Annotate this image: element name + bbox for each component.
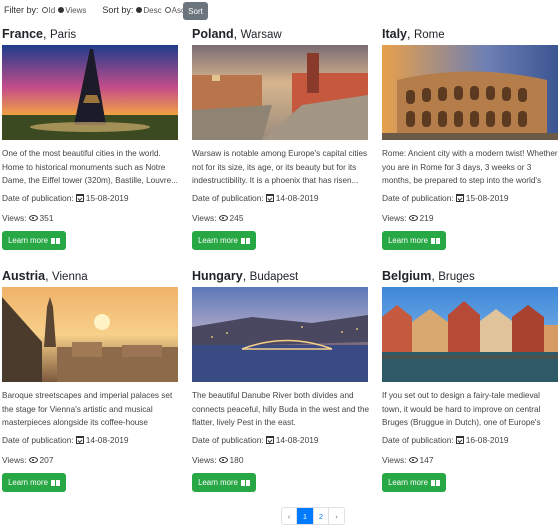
capital-name: Paris: [49, 29, 77, 41]
publication-date: Date of publication: 14-08-2019: [192, 435, 319, 445]
view-count: Views: 351: [2, 213, 54, 223]
card-description: Rome: Ancient city with a modern twist! …: [382, 149, 558, 185]
pagination-page-1[interactable]: 1: [297, 508, 314, 524]
eye-icon: [218, 457, 228, 463]
sort-option-desc[interactable]: Desc: [136, 6, 162, 15]
country-name: Poland: [192, 27, 234, 41]
capital-name: Budapest: [249, 271, 299, 283]
card-description: One of the most beautiful cities in the …: [2, 149, 178, 185]
toolbar: Filter by: Id Views Sort by: Desc Asc So…: [0, 0, 208, 20]
view-count: Views: 219: [382, 213, 434, 223]
view-count: Views: 180: [192, 455, 244, 465]
sort-option-asc[interactable]: Asc: [164, 6, 185, 15]
filter-label: Filter by:: [4, 5, 39, 15]
city-card: Hungary, Budapest The beautiful Danube R…: [192, 266, 370, 492]
book-icon: [430, 237, 440, 244]
eye-icon: [28, 457, 38, 463]
calendar-icon: [265, 436, 274, 444]
view-count: Views: 245: [192, 213, 244, 223]
view-count: Views: 147: [382, 455, 434, 465]
city-card: Italy, Rome Rome: Ancient city with a mo…: [382, 24, 560, 250]
publication-date: Date of publication: 15-08-2019: [382, 193, 509, 203]
city-card: France, Paris One of the most beautiful …: [2, 24, 180, 250]
filter-option-id[interactable]: Id: [41, 6, 55, 15]
pagination: ‹ 1 2 ›: [281, 507, 345, 525]
learn-more-button[interactable]: Learn more: [192, 473, 256, 492]
learn-more-button[interactable]: Learn more: [192, 231, 256, 250]
radio-checked-icon: [136, 7, 143, 13]
card-description: Warsaw is notable among Europe's capital…: [192, 149, 368, 185]
eye-icon: [218, 215, 228, 221]
capital-name: Bruges: [438, 271, 475, 283]
card-title: Austria, Vienna: [2, 269, 88, 283]
pagination-prev[interactable]: ‹: [282, 508, 297, 524]
radio-icon: [41, 7, 48, 13]
learn-more-button[interactable]: Learn more: [2, 473, 66, 492]
country-name: Hungary: [192, 269, 243, 283]
calendar-icon: [455, 436, 464, 444]
card-description: If you set out to design a fairy-tale me…: [382, 391, 541, 427]
learn-more-button[interactable]: Learn more: [382, 473, 446, 492]
country-name: Italy: [382, 27, 408, 41]
city-photo: [192, 287, 368, 382]
pagination-next[interactable]: ›: [329, 508, 344, 524]
book-icon: [430, 479, 440, 486]
city-photo: [382, 287, 558, 382]
calendar-icon: [265, 194, 274, 202]
card-title: France, Paris: [2, 27, 77, 41]
sort-button[interactable]: Sort: [183, 2, 208, 20]
card-title: Hungary, Budapest: [192, 269, 299, 283]
eye-icon: [28, 215, 38, 221]
eye-icon: [408, 457, 418, 463]
city-photo: [382, 45, 558, 140]
book-icon: [50, 237, 60, 244]
book-icon: [240, 479, 250, 486]
radio-icon: [164, 7, 171, 13]
city-photo: [192, 45, 368, 140]
city-photo: [2, 287, 178, 382]
pagination-page-2[interactable]: 2: [314, 508, 329, 524]
country-name: Austria: [2, 269, 46, 283]
city-card: Austria, Vienna Baroque streetscapes and…: [2, 266, 180, 492]
eye-icon: [408, 215, 418, 221]
calendar-icon: [75, 194, 84, 202]
country-name: Belgium: [382, 269, 432, 283]
book-icon: [240, 237, 250, 244]
view-count: Views: 207: [2, 455, 54, 465]
publication-date: Date of publication: 14-08-2019: [2, 435, 129, 445]
card-description: Baroque streetscapes and imperial palace…: [2, 391, 173, 427]
calendar-icon: [75, 436, 84, 444]
radio-checked-icon: [58, 7, 65, 13]
learn-more-button[interactable]: Learn more: [382, 231, 446, 250]
card-description: The beautiful Danube River both divides …: [192, 391, 370, 427]
card-title: Belgium, Bruges: [382, 269, 475, 283]
capital-name: Rome: [413, 29, 445, 41]
filter-option-views[interactable]: Views: [58, 6, 86, 15]
country-name: France: [2, 27, 43, 41]
learn-more-button[interactable]: Learn more: [2, 231, 66, 250]
city-card: Belgium, Bruges If you set out to design…: [382, 266, 560, 492]
city-card: Poland, Warsaw Warsaw is notable among E…: [192, 24, 370, 250]
publication-date: Date of publication: 15-08-2019: [2, 193, 129, 203]
capital-name: Warsaw: [240, 29, 282, 41]
calendar-icon: [455, 194, 464, 202]
city-photo: [2, 45, 178, 140]
capital-name: Vienna: [52, 271, 88, 283]
publication-date: Date of publication: 14-08-2019: [192, 193, 319, 203]
publication-date: Date of publication: 16-08-2019: [382, 435, 509, 445]
card-title: Poland, Warsaw: [192, 27, 282, 41]
sort-label: Sort by:: [102, 5, 134, 15]
card-title: Italy, Rome: [382, 27, 445, 41]
book-icon: [50, 479, 60, 486]
